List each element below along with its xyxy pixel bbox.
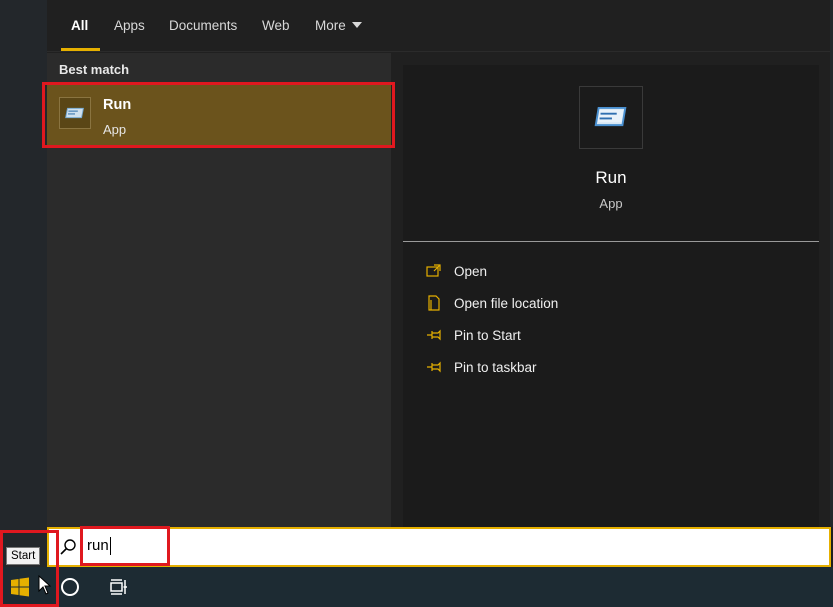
open-icon: [426, 264, 441, 277]
active-tab-indicator: [61, 48, 100, 51]
action-open-file-location[interactable]: Open file location: [425, 292, 558, 314]
action-pin-to-taskbar[interactable]: Pin to taskbar: [425, 356, 537, 378]
taskbar: [0, 567, 833, 607]
search-bar[interactable]: run: [47, 527, 831, 567]
task-view-icon[interactable]: [109, 578, 129, 596]
search-tabs: All Apps Documents Web More: [47, 0, 830, 52]
result-title: Run: [103, 97, 132, 113]
tab-apps[interactable]: Apps: [114, 18, 145, 33]
tab-more[interactable]: More: [315, 18, 362, 33]
desktop-background: [0, 0, 47, 567]
search-panel: All Apps Documents Web More Best match R…: [47, 0, 830, 527]
results-column: Best match Run App: [47, 53, 391, 527]
search-icon: [60, 539, 76, 555]
run-app-icon: [579, 86, 643, 149]
action-pin-to-start[interactable]: Pin to Start: [425, 324, 521, 346]
preview-title: Run: [595, 168, 627, 187]
file-location-icon: [428, 295, 440, 311]
action-open[interactable]: Open: [425, 260, 487, 282]
tab-all[interactable]: All: [71, 18, 88, 33]
pin-icon: [427, 329, 441, 341]
chevron-down-icon: [351, 22, 362, 29]
tab-documents[interactable]: Documents: [169, 18, 237, 33]
start-tooltip: Start: [6, 547, 41, 565]
run-app-icon: [59, 97, 91, 129]
search-input-value: run: [87, 537, 109, 554]
pin-icon: [427, 361, 441, 373]
tab-web[interactable]: Web: [262, 18, 290, 33]
preview-subtitle: App: [599, 196, 623, 211]
action-pin-to-taskbar-label: Pin to taskbar: [454, 359, 537, 375]
windows-start-icon[interactable]: [10, 577, 30, 597]
search-input[interactable]: run: [87, 537, 111, 556]
mouse-pointer-icon: [38, 575, 52, 595]
cortana-circle-icon[interactable]: [61, 578, 79, 596]
action-open-file-location-label: Open file location: [454, 295, 559, 311]
text-caret: [109, 537, 111, 556]
best-match-result-run[interactable]: Run App: [47, 85, 391, 147]
tab-more-label: More: [315, 18, 346, 33]
preview-pane: Run App Open Open file location Pin to S…: [403, 65, 819, 527]
preview-divider: [403, 241, 819, 242]
best-match-heading: Best match: [59, 62, 130, 77]
action-pin-to-start-label: Pin to Start: [454, 327, 521, 343]
action-open-label: Open: [454, 263, 488, 279]
result-subtitle: App: [103, 122, 127, 137]
